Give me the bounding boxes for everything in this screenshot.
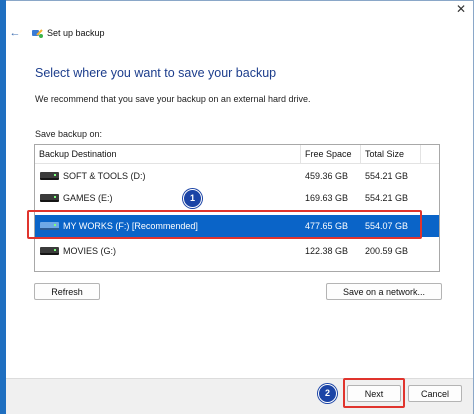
hard-drive-icon (40, 194, 59, 202)
column-header-destination[interactable]: Backup Destination (35, 145, 301, 163)
drive-name: GAMES (E:) (63, 193, 113, 203)
backup-app-icon (32, 29, 43, 38)
page-description: We recommend that you save your backup o… (35, 94, 311, 104)
column-header-free-space[interactable]: Free Space (301, 145, 361, 163)
column-header-total-size[interactable]: Total Size (361, 145, 421, 163)
refresh-button[interactable]: Refresh (34, 283, 100, 300)
hard-drive-icon (40, 172, 59, 180)
window-title: Set up backup (47, 28, 105, 38)
drive-total-size: 554.21 GB (365, 171, 409, 181)
list-header: Backup Destination Free Space Total Size (35, 145, 439, 164)
drive-total-size: 554.21 GB (365, 193, 409, 203)
next-highlight-box (343, 378, 405, 408)
save-on-network-button[interactable]: Save on a network... (326, 283, 442, 300)
drive-free-space: 459.36 GB (305, 171, 349, 181)
step-1-badge: 1 (183, 189, 202, 208)
back-button[interactable]: ← (8, 26, 22, 40)
step-2-badge: 2 (318, 384, 337, 403)
table-row[interactable]: MOVIES (G:) 122.38 GB 200.59 GB (35, 240, 439, 262)
drive-name: SOFT & TOOLS (D:) (63, 171, 146, 181)
page-heading: Select where you want to save your backu… (35, 66, 277, 80)
table-row[interactable]: SOFT & TOOLS (D:) 459.36 GB 554.21 GB (35, 165, 439, 187)
cancel-button[interactable]: Cancel (408, 385, 462, 402)
drive-free-space: 122.38 GB (305, 246, 349, 256)
close-icon: ✕ (455, 2, 467, 16)
drive-free-space: 169.63 GB (305, 193, 349, 203)
save-backup-on-label: Save backup on: (35, 129, 103, 139)
drive-name: MOVIES (G:) (63, 246, 117, 256)
selection-highlight-box (27, 210, 422, 239)
window-left-edge (0, 0, 6, 414)
hard-drive-icon (40, 247, 59, 255)
backup-destination-list[interactable]: Backup Destination Free Space Total Size… (34, 144, 440, 272)
close-button[interactable]: ✕ (448, 0, 474, 18)
back-arrow-icon: ← (9, 27, 21, 39)
drive-total-size: 200.59 GB (365, 246, 409, 256)
table-row[interactable]: GAMES (E:) 169.63 GB 554.21 GB (35, 187, 439, 209)
